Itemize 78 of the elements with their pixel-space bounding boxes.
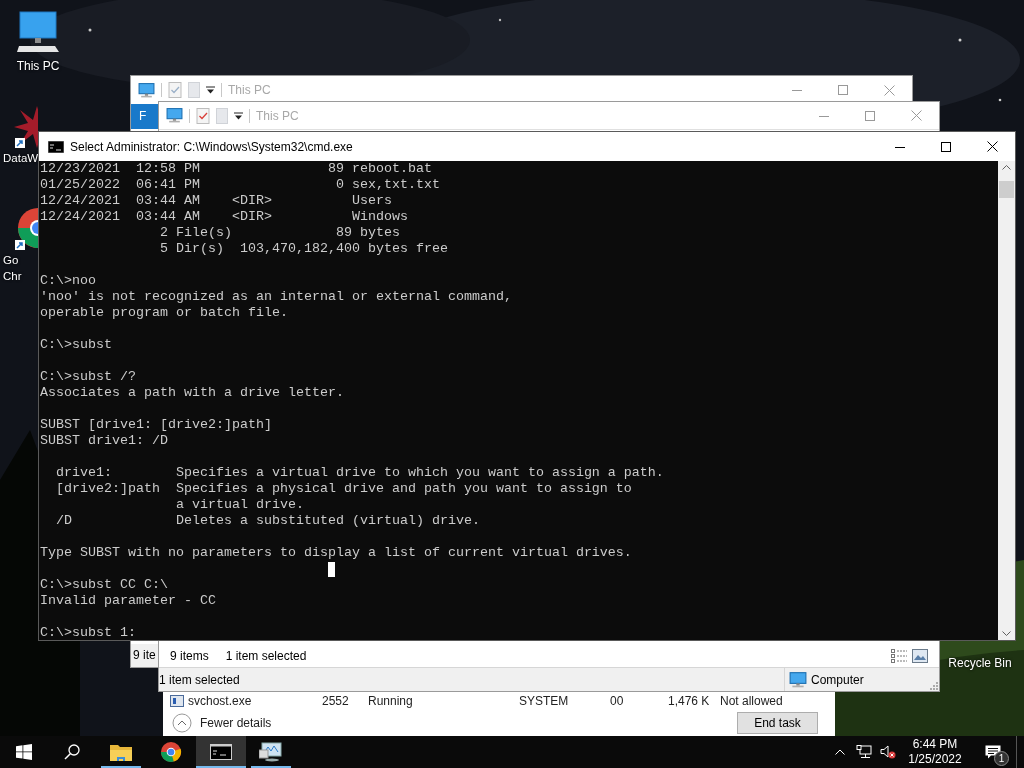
console-line: 12/24/2021 03:44 AM <DIR> Windows: [40, 209, 408, 225]
properties-icon[interactable]: [196, 107, 210, 124]
computer-icon: [789, 670, 807, 689]
console-line: C:\>noo: [40, 273, 96, 289]
scrollbar[interactable]: [998, 161, 1015, 640]
console-line: C:\>subst 1:: [40, 625, 136, 640]
table-cell-text: svchost.exe: [188, 693, 253, 710]
date-text: 1/25/2022: [908, 752, 962, 767]
table-cell-text: 2552: [322, 693, 350, 710]
console-line: C:\>subst: [40, 337, 112, 353]
console-line: 5 Dir(s) 103,470,182,400 bytes free: [158, 241, 448, 257]
scroll-down-icon[interactable]: [1002, 631, 1011, 636]
console-line: 01/25/2022 06:41 PM 0 sex,txt.txt: [40, 177, 440, 193]
notifications-button[interactable]: 1: [970, 736, 1016, 768]
speaker-muted-icon[interactable]: [880, 745, 896, 759]
network-icon[interactable]: [856, 745, 872, 759]
selection-text: 1 item selected: [159, 671, 241, 689]
selection-text: 1 item selected: [225, 648, 308, 665]
table-cell-text: SYSTEM: [519, 693, 570, 710]
dropdown-icon[interactable]: [206, 86, 215, 94]
collapse-icon[interactable]: [172, 713, 192, 733]
console-line: C:\>subst CC C:\: [40, 577, 168, 593]
console-line: [drive2:]path Specifies a physical drive and path you want to assign to: [55, 481, 632, 497]
table-cell-text: 00: [610, 693, 625, 710]
close-icon[interactable]: [986, 141, 998, 152]
console-line: SUBST drive1: /D: [40, 433, 168, 449]
chevron-up-icon[interactable]: [835, 749, 845, 755]
dropdown-icon[interactable]: [234, 111, 243, 120]
folder-icon: [110, 743, 132, 761]
computer-icon: [166, 107, 183, 124]
console-line: Associates a path with a drive letter.: [40, 385, 344, 401]
computer-icon: [138, 81, 155, 99]
console-line: a virtual drive.: [174, 497, 304, 513]
table-cell-text: Not allowed: [720, 693, 784, 710]
console-line: C:\>subst /?: [40, 369, 136, 385]
time-text: 6:44 PM: [912, 737, 958, 752]
fewer-details-link[interactable]: Fewer details: [200, 714, 737, 732]
notification-count: 1: [994, 751, 1009, 766]
window-title: This PC: [228, 82, 272, 99]
text-cursor-icon: [328, 562, 335, 577]
console-line: 12/24/2021 03:44 AM <DIR> Users: [40, 193, 392, 209]
console-line: Type SUBST with no parameters to display a list of current virtual drives.: [40, 545, 632, 561]
scroll-up-icon[interactable]: [1002, 165, 1011, 170]
icon-label[interactable]: Recycle Bin: [948, 655, 1012, 671]
process-icon: [170, 695, 184, 707]
icon-label[interactable]: This PC: [16, 58, 60, 74]
search-icon[interactable]: [64, 744, 80, 760]
maximize-icon[interactable]: [941, 141, 951, 152]
console-line: SUBST [drive1: [drive2:]path]: [40, 417, 272, 433]
table-cell-text: Running: [368, 693, 414, 710]
console-icon: [48, 140, 64, 153]
console-line: Invalid parameter - CC: [40, 593, 216, 609]
taskbar-app-button[interactable]: [196, 736, 246, 768]
large-icons-view-icon[interactable]: [912, 649, 928, 663]
console-line: operable program or batch file.: [40, 305, 288, 321]
icon-label[interactable]: Go Chr: [0, 252, 22, 284]
icon-label[interactable]: DataW: [0, 150, 39, 166]
item-count: 9 items: [170, 648, 209, 665]
clock[interactable]: 6:44 PM 1/25/2022: [900, 736, 970, 768]
console-line: 'noo' is not recognized as an internal or external command,: [40, 289, 512, 305]
ribbon-tab[interactable]: F: [131, 104, 159, 129]
location-text: Computer: [811, 671, 864, 689]
windows-logo-icon[interactable]: [16, 744, 32, 760]
details-view-icon[interactable]: [891, 649, 907, 663]
window-title: Select Administrator: C:\Windows\System32\cmd.exe: [70, 138, 354, 156]
console-icon: [210, 744, 232, 760]
window-title: This PC: [256, 107, 300, 125]
console-line: 12/23/2021 12:58 PM 89 reboot.bat: [40, 161, 432, 177]
scrollbar-thumb[interactable]: [999, 181, 1014, 198]
console-line: /D Deletes a substituted (virtual) drive.: [55, 513, 480, 529]
computer-icon[interactable]: [15, 10, 61, 54]
end-task-button[interactable]: End task: [737, 712, 818, 734]
performance-monitor-icon: [259, 742, 283, 762]
console-line: drive1: Specifies a virtual drive to which you want to assign a path.: [55, 465, 664, 481]
console-line: 2 File(s) 89 bytes: [158, 225, 400, 241]
table-cell-text: 1,476 K: [668, 693, 711, 710]
browser-icon: [160, 741, 182, 763]
resize-grip-icon[interactable]: [930, 682, 938, 690]
